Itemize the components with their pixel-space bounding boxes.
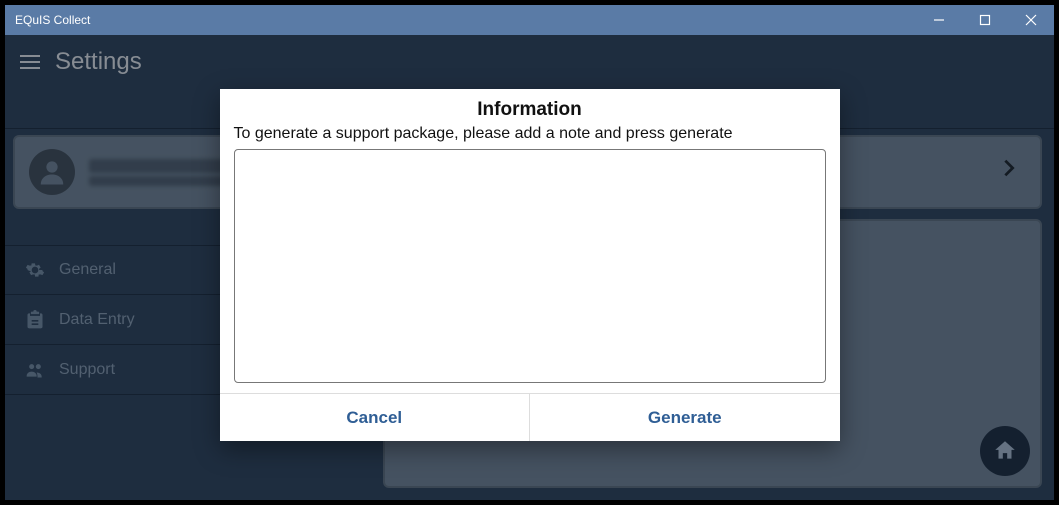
dialog-instruction: To generate a support package, please ad… — [220, 125, 840, 149]
support-package-dialog: Information To generate a support packag… — [220, 89, 840, 441]
close-button[interactable] — [1008, 5, 1054, 35]
window-titlebar: EQuIS Collect — [5, 5, 1054, 35]
dialog-title: Information — [220, 89, 840, 125]
generate-button[interactable]: Generate — [529, 394, 840, 441]
minimize-button[interactable] — [916, 5, 962, 35]
window-title: EQuIS Collect — [15, 13, 916, 27]
cancel-button[interactable]: Cancel — [220, 394, 530, 441]
note-input[interactable] — [234, 149, 826, 383]
maximize-button[interactable] — [962, 5, 1008, 35]
